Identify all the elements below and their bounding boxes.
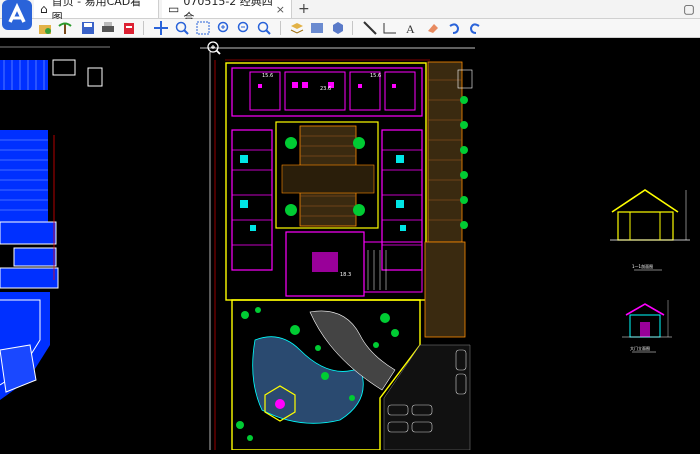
room-label: 15.6 [262, 73, 273, 79]
gate-detail: 大门立面图 [622, 300, 672, 353]
site-plan: 15.6 23.6 15.6 18.3 [200, 47, 475, 451]
title-bar: ⌂ 首页 - 易用CAD看图 ▭ 070515-2 经典四合... × + ▢ [0, 0, 700, 30]
zoom-in-icon[interactable] [216, 20, 232, 36]
export-icon[interactable] [121, 20, 137, 36]
room-label: 18.3 [340, 272, 351, 278]
pan-icon[interactable] [153, 20, 169, 36]
home-icon: ⌂ [40, 2, 48, 16]
layers-icon[interactable] [289, 20, 305, 36]
3d-view-icon[interactable] [330, 20, 346, 36]
room-label: 23.6 [320, 86, 331, 92]
tab-file[interactable]: ▭ 070515-2 经典四合... × [162, 0, 292, 24]
tree-icon[interactable] [57, 20, 73, 36]
room-label: 15.6 [370, 73, 381, 79]
toolbar-separator [280, 21, 281, 35]
section-elevation: 1—1剖面图 [610, 189, 690, 271]
redo-icon[interactable] [467, 20, 483, 36]
document-icon: ▭ [168, 2, 180, 16]
open-file-icon[interactable] [37, 20, 53, 36]
tab-close-icon[interactable]: × [276, 3, 285, 16]
zoom-window-icon[interactable] [174, 20, 190, 36]
zoom-extents-icon[interactable] [195, 20, 211, 36]
toolbar-separator [352, 21, 353, 35]
logo-icon [8, 2, 26, 23]
undo-icon[interactable] [446, 20, 462, 36]
toolbar: A [0, 19, 700, 38]
app-logo[interactable] [2, 0, 32, 30]
detail-caption: 大门立面图 [630, 345, 650, 351]
tab-home[interactable]: ⌂ 首页 - 易用CAD看图 [34, 0, 159, 24]
save-icon[interactable] [80, 20, 96, 36]
left-building-plan [0, 46, 110, 400]
text-icon[interactable]: A [404, 20, 420, 36]
zoom-out-icon[interactable] [236, 20, 252, 36]
cad-drawing: 15.6 23.6 15.6 18.3 1—1剖面图 大门立面图 [0, 46, 690, 451]
zoom-cursor-icon [207, 41, 221, 55]
window-restore-icon[interactable]: ▢ [680, 1, 698, 17]
elevation-caption: 1—1剖面图 [632, 263, 653, 269]
zoom-previous-icon[interactable] [256, 20, 272, 36]
drawing-canvas[interactable]: 15.6 23.6 15.6 18.3 1—1剖面图 大门立面图 [0, 38, 700, 451]
measure-icon[interactable] [362, 20, 378, 36]
new-tab-button[interactable]: + [298, 0, 310, 18]
print-icon[interactable] [100, 20, 116, 36]
layout-icon[interactable] [309, 20, 325, 36]
eraser-icon[interactable] [425, 20, 441, 36]
text-measure-icon[interactable] [382, 20, 398, 36]
toolbar-separator [143, 21, 144, 35]
svg-text:A: A [406, 22, 415, 36]
